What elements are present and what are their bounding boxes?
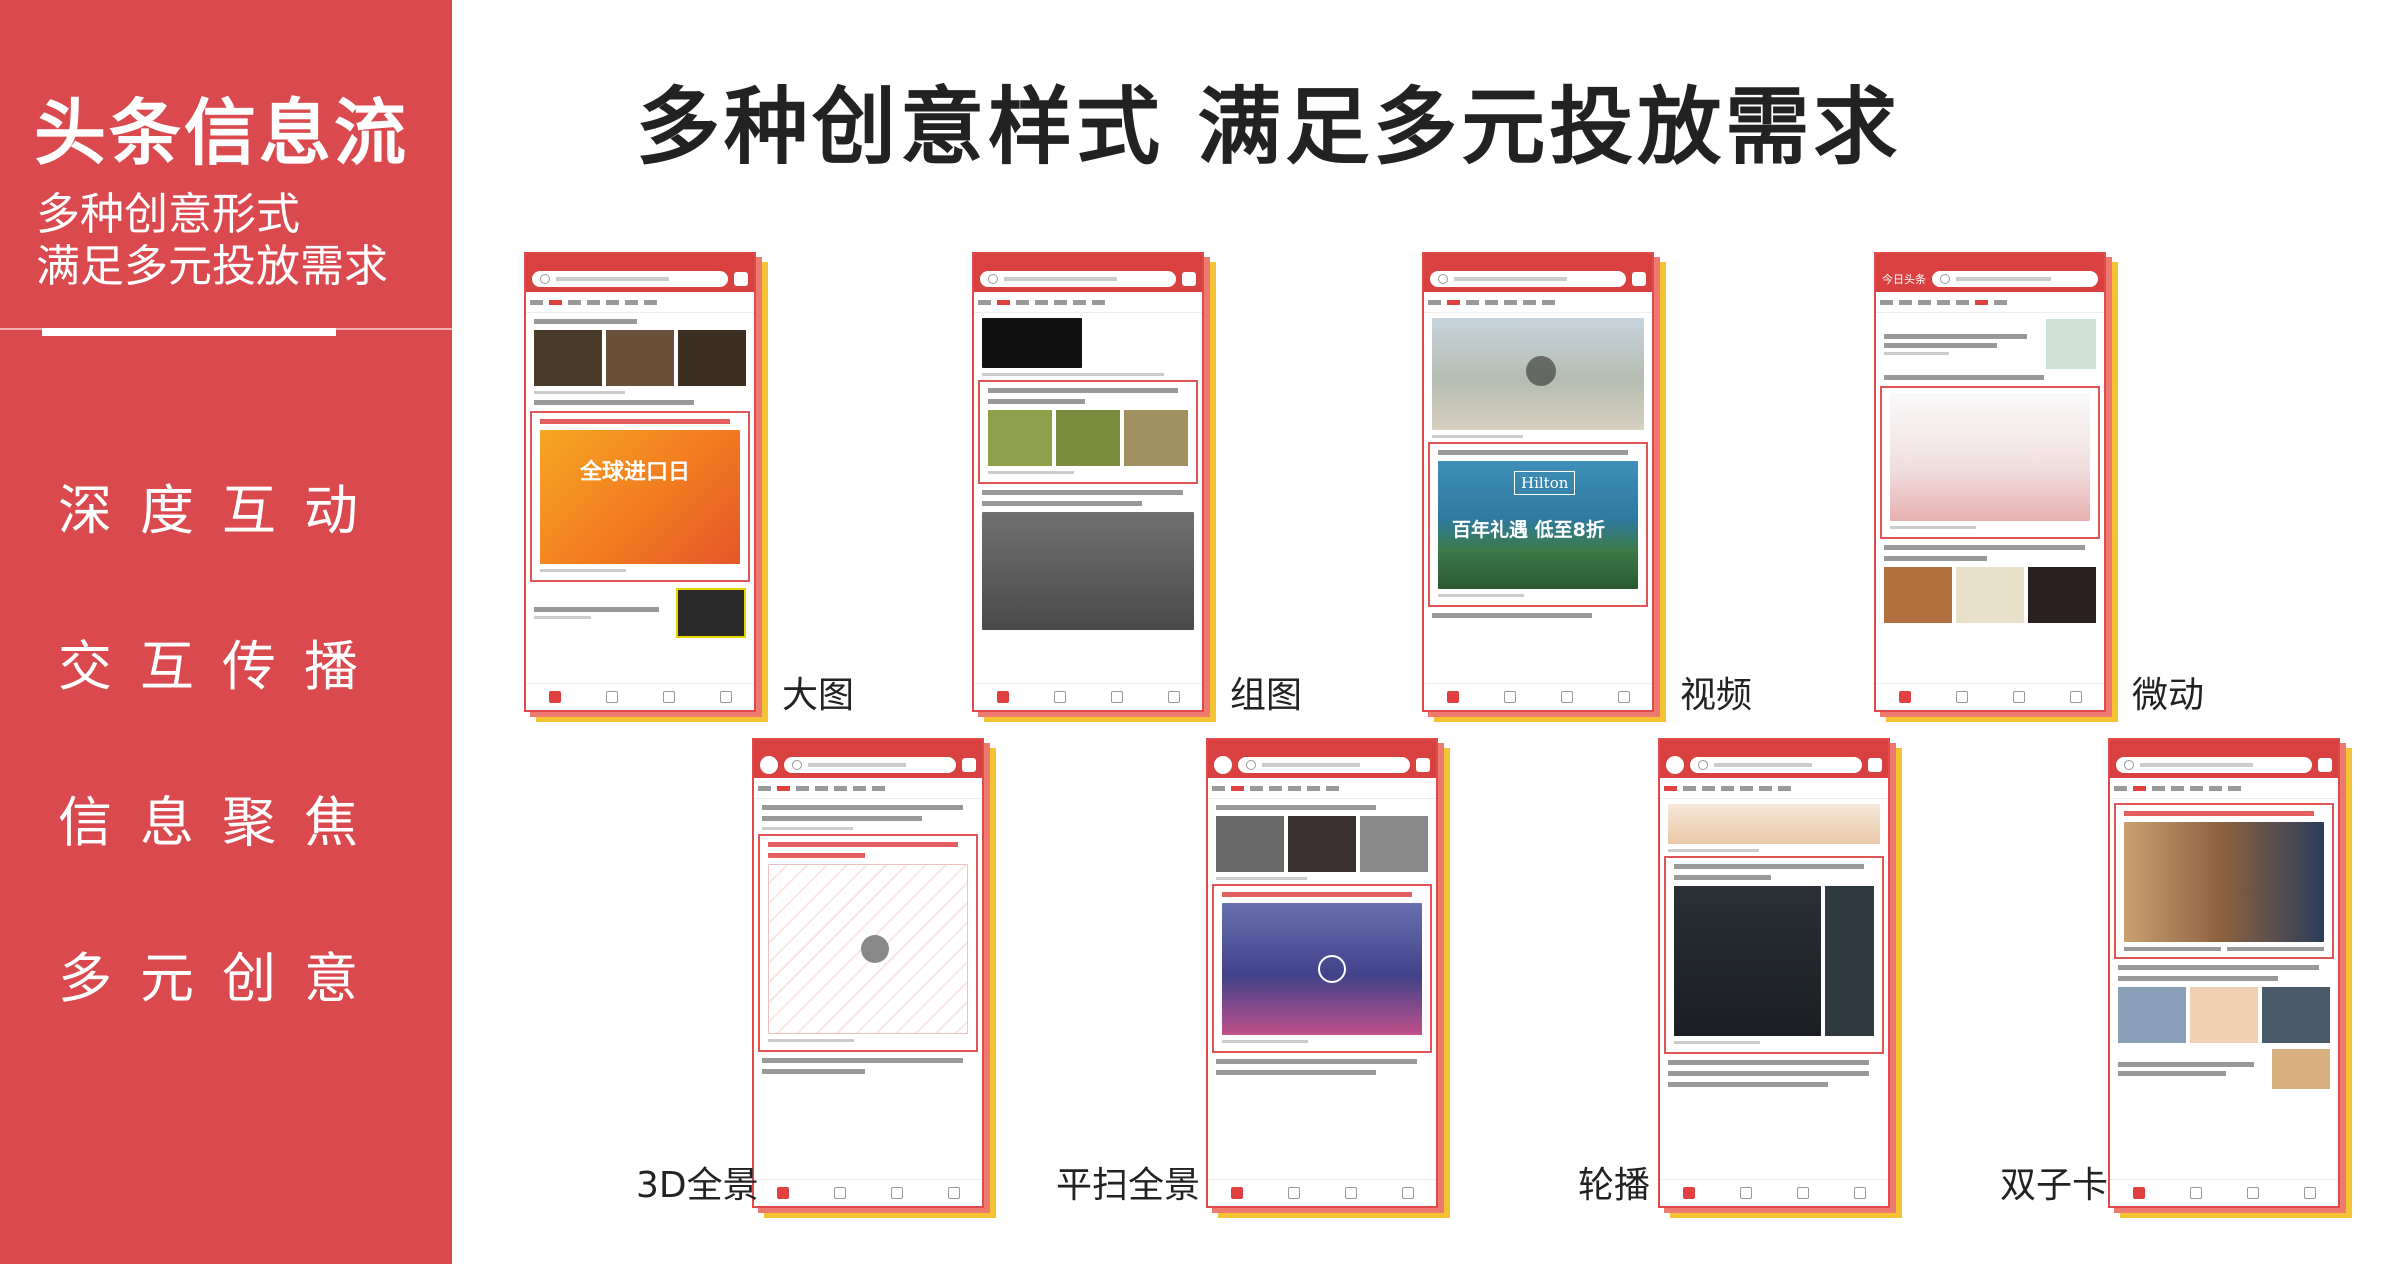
left-panel: 头条信息流 多种创意形式 满足多元投放需求 深度互动 交互传播 信息聚焦 多元创… <box>0 0 452 1264</box>
panel-item-interactive-spread: 交互传播 <box>58 635 386 698</box>
label-group-images: 组图 <box>1230 675 1303 716</box>
mockup-twin-card <box>2108 738 2352 1218</box>
label-flat-panorama: 平扫全景 <box>1056 1165 1201 1206</box>
hilton-promo-text: 百年礼遇 低至8折 <box>1452 519 1605 541</box>
label-3d-panorama: 3D全景 <box>636 1165 759 1206</box>
hilton-logo: Hilton <box>1514 471 1576 495</box>
mockup-video: Hilton 百年礼遇 低至8折 <box>1422 252 1666 722</box>
panel-accent-bar <box>42 328 336 336</box>
mockup-carousel <box>1658 738 1902 1218</box>
mockup-micro-motion: 今日头条 <box>1874 252 2118 722</box>
panel-item-diverse-creative: 多元创意 <box>58 947 386 1010</box>
mockup-large-image: 全球进口日 <box>524 252 768 722</box>
label-large-image: 大图 <box>782 675 855 716</box>
label-video: 视频 <box>1680 675 1753 716</box>
play-icon[interactable] <box>1526 356 1556 386</box>
page-heading: 多种创意样式 满足多元投放需求 <box>636 78 1902 176</box>
global-import-banner-text: 全球进口日 <box>580 460 691 485</box>
label-micro-motion: 微动 <box>2132 675 2205 716</box>
panel-item-deep-interaction: 深度互动 <box>58 479 386 542</box>
panel-item-info-focus: 信息聚焦 <box>58 791 386 854</box>
toutiao-app-name: 今日头条 <box>1882 273 1926 286</box>
panel-title: 头条信息流 <box>34 91 410 175</box>
panorama-rotate-icon[interactable] <box>1318 955 1346 983</box>
panorama-3d-icon[interactable] <box>861 935 889 963</box>
label-twin-card: 双子卡 <box>2000 1165 2109 1206</box>
panel-subtitle-line2: 满足多元投放需求 <box>36 241 388 292</box>
label-carousel: 轮播 <box>1578 1165 1651 1206</box>
mockup-group-images <box>972 252 1216 722</box>
mockup-3d-panorama <box>752 738 996 1218</box>
mockup-flat-panorama <box>1206 738 1450 1218</box>
